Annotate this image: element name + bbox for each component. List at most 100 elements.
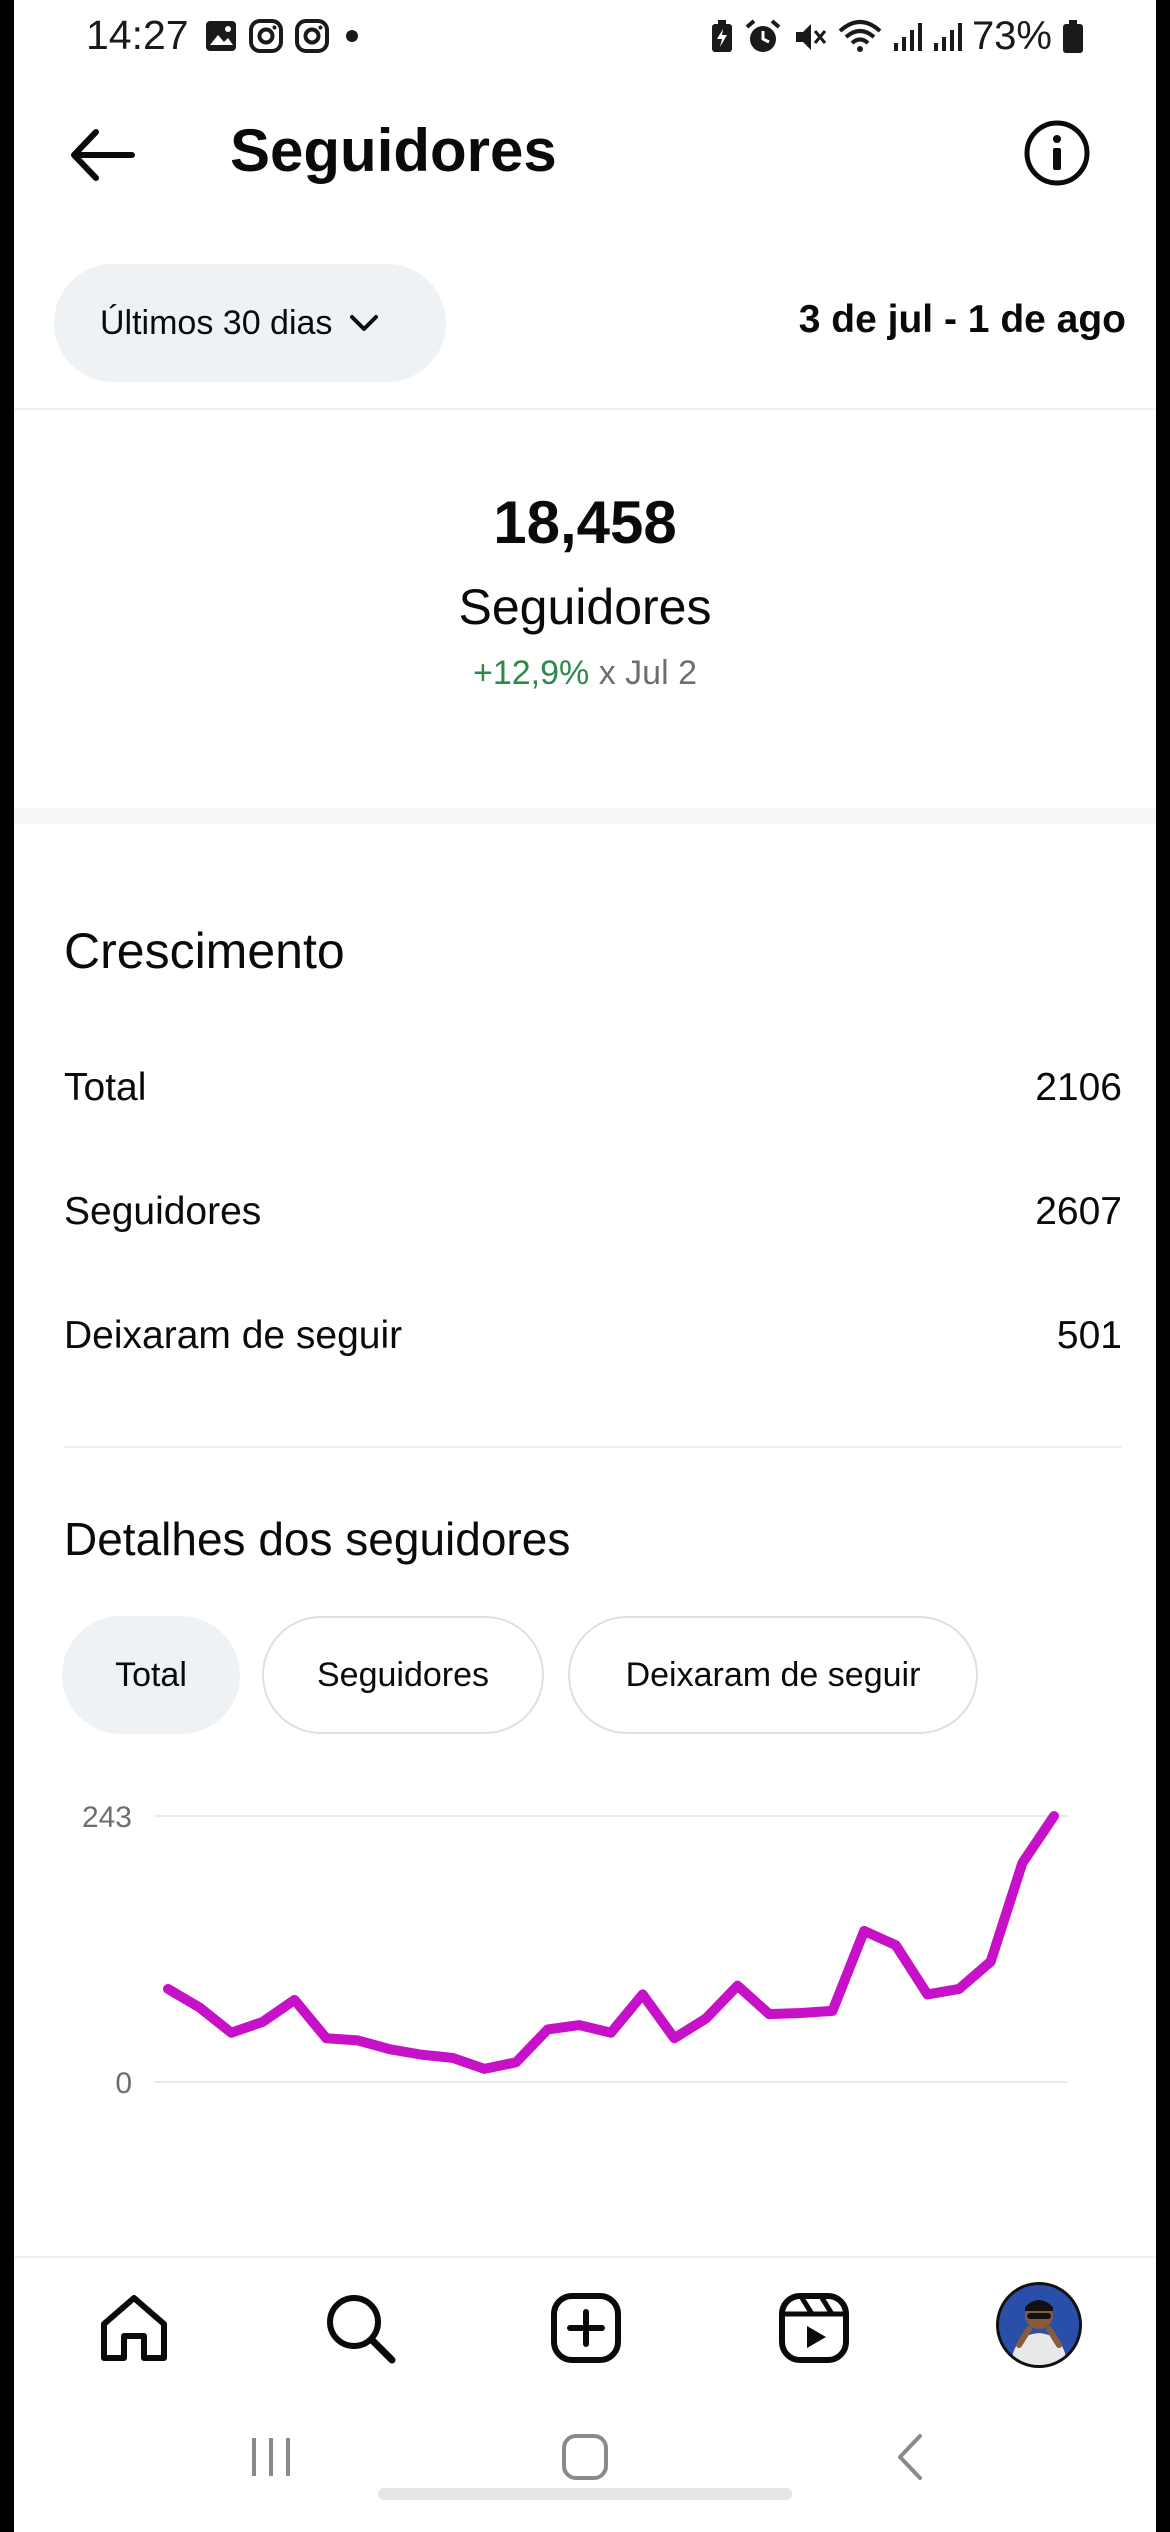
y-tick-label: 0	[115, 2067, 132, 2100]
battery-saver-icon	[711, 19, 732, 52]
y-tick-label: 243	[82, 1801, 132, 1834]
chart-point	[230, 2031, 233, 2034]
system-nav	[14, 2410, 1156, 2532]
recent-apps-button[interactable]	[246, 2432, 296, 2487]
details-section-title: Detalhes dos seguidores	[64, 1513, 571, 1565]
info-icon	[1024, 120, 1090, 186]
follower-line-chart: 243 0	[82, 1801, 1068, 2100]
battery-icon	[1063, 19, 1083, 53]
chart-point	[799, 2012, 802, 2015]
change-reference: x Jul 2	[598, 654, 697, 692]
divider	[64, 1446, 1122, 1448]
date-range-selector[interactable]: Últimos 30 dias	[54, 264, 446, 382]
top-bar: Seguidores	[14, 100, 1156, 210]
nav-home[interactable]	[94, 2288, 174, 2368]
date-range-selector-label: Últimos 30 dias	[100, 303, 333, 342]
nav-create[interactable]	[546, 2288, 626, 2368]
divider	[14, 408, 1156, 410]
chart-point	[451, 2056, 454, 2059]
chart-point	[578, 2024, 581, 2027]
screen: 14:27 73% Seguidores Últimos 30 dias 3 d…	[14, 0, 1156, 2532]
status-icons-left	[204, 18, 364, 54]
create-icon	[551, 2293, 621, 2363]
status-icons-right: 73%	[710, 14, 1084, 59]
growth-row-value: 501	[1056, 1314, 1122, 1357]
chart-point	[546, 2028, 549, 2031]
growth-row-followers: Seguidores 2607	[64, 1190, 1122, 1250]
growth-row-unfollows: Deixaram de seguir 501	[64, 1314, 1122, 1374]
gallery-icon	[206, 21, 236, 51]
section-divider	[14, 808, 1156, 824]
back-arrow-icon	[71, 129, 135, 181]
chart-point	[863, 1929, 866, 1932]
growth-row-total: Total 2106	[64, 1066, 1122, 1126]
chart-point	[483, 2067, 486, 2070]
growth-section-title: Crescimento	[64, 923, 345, 979]
home-icon	[101, 2295, 167, 2361]
chart-point	[1053, 1815, 1055, 1817]
page-title: Seguidores	[230, 117, 557, 184]
wifi-icon	[838, 19, 882, 52]
chevron-left-icon	[898, 2434, 922, 2480]
chevron-down-icon	[350, 315, 379, 331]
status-bar: 14:27 73%	[14, 0, 1156, 80]
home-indicator	[378, 2488, 792, 2500]
chart-point	[736, 1984, 739, 1987]
chart-point	[356, 2039, 359, 2042]
search-icon	[327, 2295, 396, 2364]
back-button[interactable]	[62, 120, 142, 190]
chart-point	[704, 2017, 707, 2020]
chart-point	[926, 1993, 929, 1996]
mute-icon	[795, 23, 827, 50]
chart-point	[167, 1987, 169, 1990]
chart-point	[989, 1960, 992, 1963]
growth-row-value: 2106	[1035, 1066, 1122, 1109]
avatar-image	[999, 2285, 1079, 2365]
alarm-icon	[745, 18, 781, 52]
chart-point	[768, 2013, 771, 2016]
instagram-icon	[249, 19, 283, 53]
chart-point	[198, 2006, 201, 2009]
growth-row-value: 2607	[1035, 1190, 1122, 1233]
chart-point	[420, 2053, 423, 2056]
chart-point	[958, 1987, 961, 1990]
signal-icon	[933, 22, 962, 51]
date-range-text: 3 de jul - 1 de ago	[798, 298, 1126, 341]
follower-change: +12,9% x Jul 2	[14, 654, 1156, 693]
home-button-icon	[562, 2434, 608, 2480]
tab-unfollows[interactable]: Deixaram de seguir	[568, 1616, 978, 1734]
chart-point	[894, 1944, 897, 1947]
system-back-button[interactable]	[886, 2432, 936, 2487]
follower-count-label: Seguidores	[458, 579, 712, 635]
tab-followers[interactable]: Seguidores	[262, 1616, 544, 1734]
status-time: 14:27	[86, 12, 189, 58]
nav-reels[interactable]	[774, 2288, 854, 2368]
chart-point	[673, 2037, 676, 2040]
growth-row-label: Total	[64, 1066, 147, 1109]
nav-search[interactable]	[320, 2288, 400, 2368]
notification-dot	[346, 30, 358, 42]
chart-point	[261, 2020, 264, 2023]
tab-total[interactable]: Total	[62, 1616, 240, 1734]
chart-series-line	[163, 1811, 1059, 2074]
follower-count: 18,458	[493, 489, 677, 556]
battery-percent: 73%	[971, 14, 1052, 58]
instagram-icon	[295, 19, 329, 53]
chart-point	[388, 2048, 391, 2051]
chart-point	[610, 2031, 612, 2034]
reels-icon	[779, 2293, 849, 2363]
range-row: Últimos 30 dias 3 de jul - 1 de ago	[14, 264, 1156, 382]
profile-avatar[interactable]	[996, 2282, 1082, 2368]
chart-point	[831, 2009, 834, 2012]
recent-apps-icon	[252, 2438, 290, 2476]
growth-row-label: Deixaram de seguir	[64, 1314, 403, 1357]
home-button[interactable]	[560, 2432, 610, 2487]
growth-row-label: Seguidores	[64, 1190, 262, 1233]
chart-point	[293, 1998, 296, 2001]
chart-point	[515, 2061, 518, 2064]
bottom-nav	[14, 2256, 1156, 2398]
info-button[interactable]	[1022, 118, 1092, 188]
chart-point	[641, 1993, 644, 1996]
chart-point	[325, 2037, 328, 2040]
signal-icon	[893, 22, 922, 51]
